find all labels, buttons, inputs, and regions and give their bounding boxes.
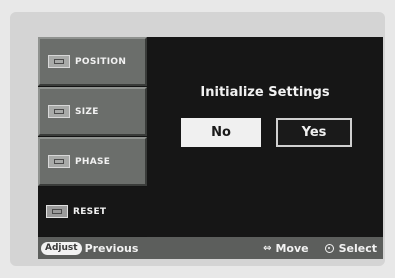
sidebar: POSITION SIZE PHASE RESET: [38, 37, 147, 237]
previous-label: Previous: [84, 241, 139, 255]
sidebar-item-label: SIZE: [75, 106, 99, 117]
size-icon: [48, 105, 70, 118]
move-label: Move: [275, 241, 309, 255]
sidebar-item-label: RESET: [73, 206, 107, 217]
no-button[interactable]: No: [181, 118, 261, 147]
position-icon: [48, 55, 70, 68]
sidebar-item-position[interactable]: POSITION: [38, 37, 147, 86]
reset-icon: [46, 205, 68, 218]
sidebar-item-reset[interactable]: RESET: [38, 187, 147, 236]
sidebar-item-phase[interactable]: PHASE: [38, 137, 147, 186]
yes-button[interactable]: Yes: [276, 118, 352, 147]
dialog-title: Initialize Settings: [200, 85, 330, 100]
sidebar-item-size[interactable]: SIZE: [38, 87, 147, 136]
phase-icon: [48, 155, 70, 168]
footer-bar: Adjust Previous ⇔ Move Select: [38, 237, 383, 259]
select-label: Select: [338, 241, 377, 255]
sidebar-item-label: POSITION: [75, 56, 127, 67]
select-button-icon: [324, 243, 334, 253]
adjust-button-icon: Adjust: [41, 241, 82, 255]
reset-dialog: Initialize Settings No Yes: [147, 37, 383, 237]
osd-screen: POSITION SIZE PHASE RESET Initialize Set…: [38, 37, 383, 259]
sidebar-item-label: PHASE: [75, 156, 111, 167]
move-arrows-icon: ⇔: [263, 242, 272, 254]
